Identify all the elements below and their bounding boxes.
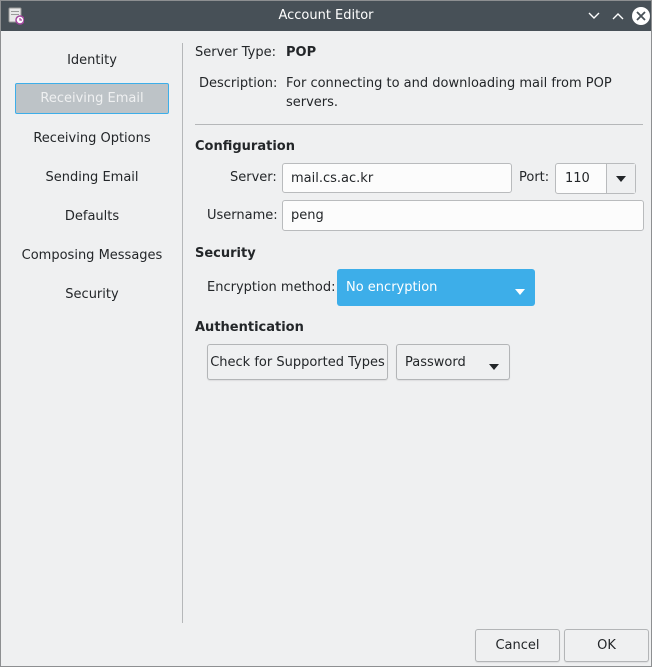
sidebar: Identity Receiving Email Receiving Optio…: [1, 31, 181, 623]
section-divider: [195, 124, 643, 125]
check-supported-types-button[interactable]: Check for Supported Types: [207, 344, 388, 380]
sidebar-item-receiving-options[interactable]: Receiving Options: [15, 123, 169, 154]
dropdown-arrow-icon: [515, 284, 525, 299]
encryption-method-value: No encryption: [346, 280, 438, 295]
chevron-down-icon: [588, 12, 600, 19]
port-dropdown-button[interactable]: [606, 164, 635, 193]
dropdown-arrow-icon: [616, 175, 626, 182]
port-value[interactable]: 110: [556, 164, 606, 193]
minimize-button[interactable]: [584, 6, 604, 26]
sidebar-item-composing-messages[interactable]: Composing Messages: [15, 240, 169, 271]
server-type-label: Server Type:: [195, 45, 277, 60]
ok-button[interactable]: OK: [564, 629, 649, 662]
sidebar-item-security[interactable]: Security: [15, 279, 169, 310]
window-title: Account Editor: [278, 8, 374, 23]
description-label: Description:: [199, 76, 278, 91]
authentication-method-value: Password: [405, 354, 466, 370]
sidebar-item-sending-email[interactable]: Sending Email: [15, 162, 169, 193]
server-label: Server:: [230, 170, 277, 185]
close-button[interactable]: [631, 6, 651, 26]
username-input[interactable]: peng: [282, 200, 644, 231]
sidebar-item-identity[interactable]: Identity: [15, 45, 169, 76]
title-bar[interactable]: Account Editor: [1, 1, 651, 31]
authentication-method-select[interactable]: Password: [396, 344, 510, 380]
port-combo[interactable]: 110: [555, 163, 636, 194]
dropdown-arrow-icon: [489, 359, 499, 374]
cancel-button[interactable]: Cancel: [475, 629, 560, 662]
description-line-2: servers.: [286, 95, 339, 110]
port-label: Port:: [519, 170, 550, 185]
authentication-heading: Authentication: [195, 320, 304, 335]
description-line-1: For connecting to and downloading mail f…: [286, 76, 612, 91]
security-heading: Security: [195, 246, 256, 261]
server-type-value: POP: [286, 45, 317, 60]
account-editor-window: Account Editor Identity Receiving Email …: [0, 0, 652, 667]
username-label: Username:: [207, 208, 278, 223]
encryption-method-label: Encryption method:: [207, 280, 336, 295]
maximize-button[interactable]: [608, 6, 628, 26]
sidebar-item-defaults[interactable]: Defaults: [15, 201, 169, 232]
chevron-up-icon: [612, 13, 624, 20]
sidebar-divider: [182, 43, 183, 623]
close-icon: [632, 7, 650, 25]
sidebar-item-receiving-email[interactable]: Receiving Email: [15, 83, 169, 114]
configuration-heading: Configuration: [195, 139, 295, 154]
server-input[interactable]: mail.cs.ac.kr: [282, 163, 512, 193]
encryption-method-select[interactable]: No encryption: [337, 269, 535, 306]
